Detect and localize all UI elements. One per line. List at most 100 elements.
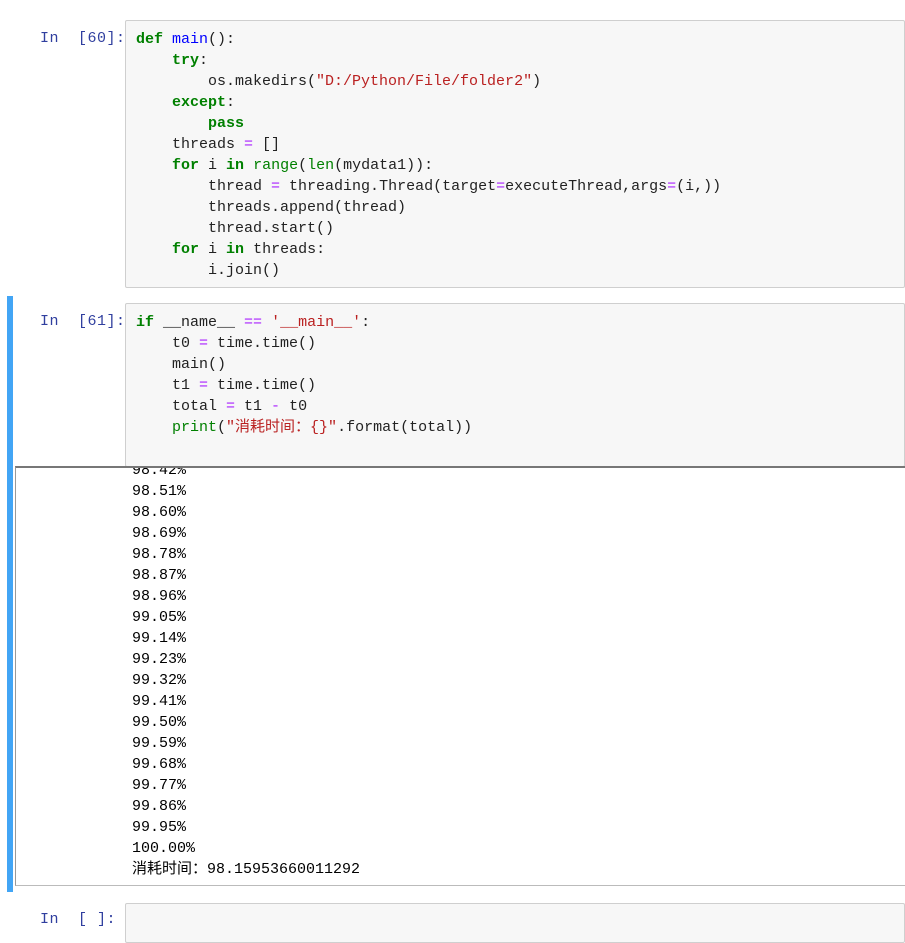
code-line: def main(): (136, 29, 721, 50)
code-token: thread (136, 178, 272, 195)
code-token: if (136, 314, 155, 331)
output-line: 99.59% (132, 735, 187, 752)
code-token: os.makedirs( (136, 73, 317, 90)
code-line: threads = [] (136, 134, 721, 155)
cell-61-output-area[interactable]: 98.42% 98.51% 98.60% 98.69% 98.78% 98.87% 98.9… (15, 466, 905, 886)
output-line: 99.95% (132, 819, 187, 836)
code-token: = (271, 178, 281, 195)
code-cell-60-editor[interactable]: def main(): try: os.makedirs("D:/Python/… (125, 20, 905, 288)
code-token: def (136, 31, 164, 48)
code-token: = (199, 335, 209, 352)
code-line: thread.start() (136, 218, 721, 239)
code-token: (mydata1)): (334, 157, 434, 174)
code-line: pass (136, 113, 721, 134)
cell-prompt-empty: In [ ]: (40, 911, 117, 928)
code-token: = (667, 178, 677, 195)
code-token: == (244, 314, 263, 331)
code-line: os.makedirs("D:/Python/File/folder2") (136, 71, 721, 92)
code-token: "消耗时间：{}" (226, 419, 338, 436)
code-token: = (199, 377, 209, 394)
code-line: total = t1 - t0 (136, 396, 472, 417)
output-line: 99.50% (132, 714, 187, 731)
code-cell-61-source: if __name__ == '__main__': t0 = time.tim… (136, 312, 472, 438)
code-token: for (172, 157, 200, 174)
code-token: t0 (136, 335, 200, 352)
code-token: i.join() (136, 262, 281, 279)
cell-61-output-text: 98.42% 98.51% 98.60% 98.69% 98.78% 98.87% 98.9… (132, 466, 361, 880)
code-line: print("消耗时间：{}".format(total)) (136, 417, 472, 438)
output-line: 98.87% (132, 567, 187, 584)
code-token: ( (298, 157, 308, 174)
code-token: : (199, 52, 209, 69)
code-token: .format(total)) (337, 419, 473, 436)
code-line: main() (136, 354, 472, 375)
code-token: time.time() (208, 335, 317, 352)
code-cell-61-editor[interactable]: if __name__ == '__main__': t0 = time.tim… (125, 303, 905, 467)
output-line: 99.41% (132, 693, 187, 710)
output-line: 98.78% (132, 546, 187, 563)
code-token: thread.start() (136, 220, 335, 237)
code-token: len (307, 157, 335, 174)
output-line: 98.96% (132, 588, 187, 605)
code-token: [] (253, 136, 281, 153)
cell-prompt-61: In [61]: (40, 313, 126, 330)
code-token: print (172, 419, 218, 436)
code-token: in (226, 241, 245, 258)
code-line: try: (136, 50, 721, 71)
code-token: threads (136, 136, 245, 153)
code-token: threads.append(thread) (136, 199, 407, 216)
empty-code-cell-editor[interactable] (125, 903, 905, 943)
code-line: for i in range(len(mydata1)): (136, 155, 721, 176)
output-line: 消耗时间：98.15953660011292 (132, 861, 361, 878)
code-token: main() (136, 356, 227, 373)
output-line: 98.51% (132, 483, 187, 500)
code-token: t0 (280, 398, 308, 415)
output-line: 99.05% (132, 609, 187, 626)
code-token: : (361, 314, 371, 331)
code-token: = (226, 398, 236, 415)
code-line: threads.append(thread) (136, 197, 721, 218)
code-line: except: (136, 92, 721, 113)
cell-prompt-60: In [60]: (40, 30, 126, 47)
code-token: in (226, 157, 245, 174)
code-token: i (199, 241, 227, 258)
code-line: t0 = time.time() (136, 333, 472, 354)
output-line: 99.77% (132, 777, 187, 794)
code-token: threads: (244, 241, 326, 258)
output-line: 99.14% (132, 630, 187, 647)
code-token: except (172, 94, 227, 111)
code-token: threading.Thread(target (280, 178, 497, 195)
output-line: 99.86% (132, 798, 187, 815)
code-token: - (271, 398, 281, 415)
output-line: 99.23% (132, 651, 187, 668)
code-token: i (199, 157, 227, 174)
code-token: total (136, 398, 227, 415)
code-cell-60-source: def main(): try: os.makedirs("D:/Python/… (136, 29, 721, 281)
selected-cell-indicator (7, 296, 13, 892)
code-token: for (172, 241, 200, 258)
code-line: thread = threading.Thread(target=execute… (136, 176, 721, 197)
code-token: '__main__' (271, 314, 362, 331)
code-token: pass (208, 115, 245, 132)
code-token: ) (532, 73, 542, 90)
output-line: 98.42% (132, 466, 187, 479)
code-token: ( (217, 419, 227, 436)
code-token: = (244, 136, 254, 153)
output-line: 99.32% (132, 672, 187, 689)
code-token: main (172, 31, 209, 48)
code-token: : (226, 94, 236, 111)
output-line: 99.68% (132, 756, 187, 773)
output-line: 98.69% (132, 525, 187, 542)
code-token: time.time() (208, 377, 317, 394)
code-token: = (496, 178, 506, 195)
code-token: __name__ (154, 314, 245, 331)
